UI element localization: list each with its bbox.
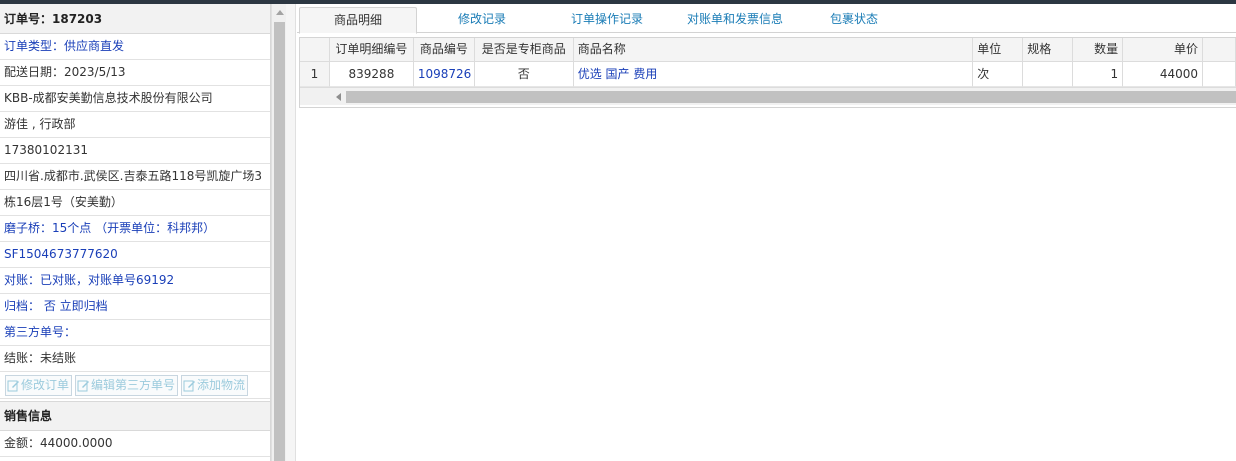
order-info-panel: 订单号：187203 订单类型：供应商直发 配送日期：2023/5/13 KBB…: [0, 4, 271, 461]
col-index: [300, 38, 330, 61]
col-product-no[interactable]: 商品编号: [414, 38, 475, 61]
order-type[interactable]: 订单类型：供应商直发: [0, 34, 270, 60]
product-detail-grid: 订单明细编号 商品编号 是否是专柜商品 商品名称 单位 规格 数量 单价 1 8…: [299, 37, 1236, 108]
third-party-number[interactable]: 第三方单号：: [0, 320, 270, 346]
tracking-number[interactable]: SF1504673777620: [0, 242, 270, 268]
left-panel-scrollbar[interactable]: [271, 4, 286, 461]
product-no-link[interactable]: 1098726: [413, 62, 475, 87]
tab-change-log[interactable]: 修改记录: [437, 7, 527, 33]
col-unit[interactable]: 单位: [973, 38, 1024, 61]
edit-order-label: 修改订单: [21, 378, 70, 392]
add-logistics-label: 添加物流: [197, 378, 246, 392]
col-spec[interactable]: 规格: [1023, 38, 1074, 61]
scroll-up-icon[interactable]: [276, 10, 284, 15]
edit-icon: [77, 380, 90, 392]
filler-cell: [1203, 62, 1236, 87]
col-quantity[interactable]: 数量: [1073, 38, 1124, 61]
edit-third-party-label: 编辑第三方单号: [91, 378, 176, 392]
col-unit-price[interactable]: 单价: [1123, 38, 1204, 61]
table-row[interactable]: 1 839288 1098726 否 优选 国产 费用 次 1 44000: [300, 62, 1236, 87]
sales-amount: 金额：44000.0000: [0, 431, 270, 457]
edit-icon: [183, 380, 196, 392]
company-name: KBB-成都安美勤信息技术股份有限公司: [0, 86, 270, 112]
col-filler: [1203, 38, 1236, 61]
unit-price-cell: 44000: [1123, 62, 1204, 87]
tab-order-operation-log[interactable]: 订单操作记录: [559, 7, 655, 33]
edit-order-button[interactable]: 修改订单: [5, 375, 73, 396]
tab-product-details[interactable]: 商品明细: [299, 7, 417, 34]
counter-cell: 否: [474, 62, 574, 87]
order-actions: 修改订单 编辑第三方单号 添加物流: [0, 372, 270, 399]
panel-splitter[interactable]: [286, 4, 296, 461]
order-number-header: 订单号：187203: [0, 4, 270, 34]
grid-horizontal-scrollbar[interactable]: [300, 87, 1236, 105]
scroll-left-icon[interactable]: [336, 93, 341, 101]
archive-status[interactable]: 归档： 否 立即归档: [0, 294, 270, 320]
grid-header: 订单明细编号 商品编号 是否是专柜商品 商品名称 单位 规格 数量 单价: [300, 38, 1236, 62]
unit-cell: 次: [973, 62, 1024, 87]
tab-statement-invoice[interactable]: 对账单和发票信息: [675, 7, 795, 33]
tab-package-status[interactable]: 包裹状态: [817, 7, 891, 33]
horizontal-scrollbar-thumb[interactable]: [346, 91, 1236, 103]
settlement-status: 结账：未结账: [0, 346, 270, 372]
col-counter-product[interactable]: 是否是专柜商品: [475, 38, 574, 61]
sales-info-header: 销售信息: [0, 401, 270, 431]
contact-person: 游佳 , 行政部: [0, 112, 270, 138]
detail-no-cell: 839288: [329, 62, 414, 87]
detail-tabs: 商品明细 修改记录 订单操作记录 对账单和发票信息 包裹状态: [297, 4, 1236, 34]
edit-third-party-button[interactable]: 编辑第三方单号: [75, 375, 179, 396]
product-name-link[interactable]: 优选 国产 费用: [573, 62, 974, 87]
branch-info[interactable]: 磨子桥：15个点 （开票单位：科邦邦）: [0, 216, 270, 242]
edit-icon: [7, 380, 19, 392]
contact-phone: 17380102131: [0, 138, 270, 164]
delivery-date: 配送日期：2023/5/13: [0, 60, 270, 86]
address-line-2: 栋16层1号（安美勤）: [0, 190, 270, 216]
add-logistics-button[interactable]: 添加物流: [181, 375, 249, 396]
col-detail-no[interactable]: 订单明细编号: [330, 38, 414, 61]
quantity-cell: 1: [1073, 62, 1124, 87]
scrollbar-thumb[interactable]: [274, 22, 285, 461]
spec-cell: [1023, 62, 1074, 87]
address-line-1: 四川省.成都市.武侯区.吉泰五路118号凯旋广场3: [0, 164, 270, 190]
col-product-name[interactable]: 商品名称: [574, 38, 974, 61]
row-index: 1: [300, 62, 330, 87]
reconciliation-status[interactable]: 对账：已对账，对账单号69192: [0, 268, 270, 294]
